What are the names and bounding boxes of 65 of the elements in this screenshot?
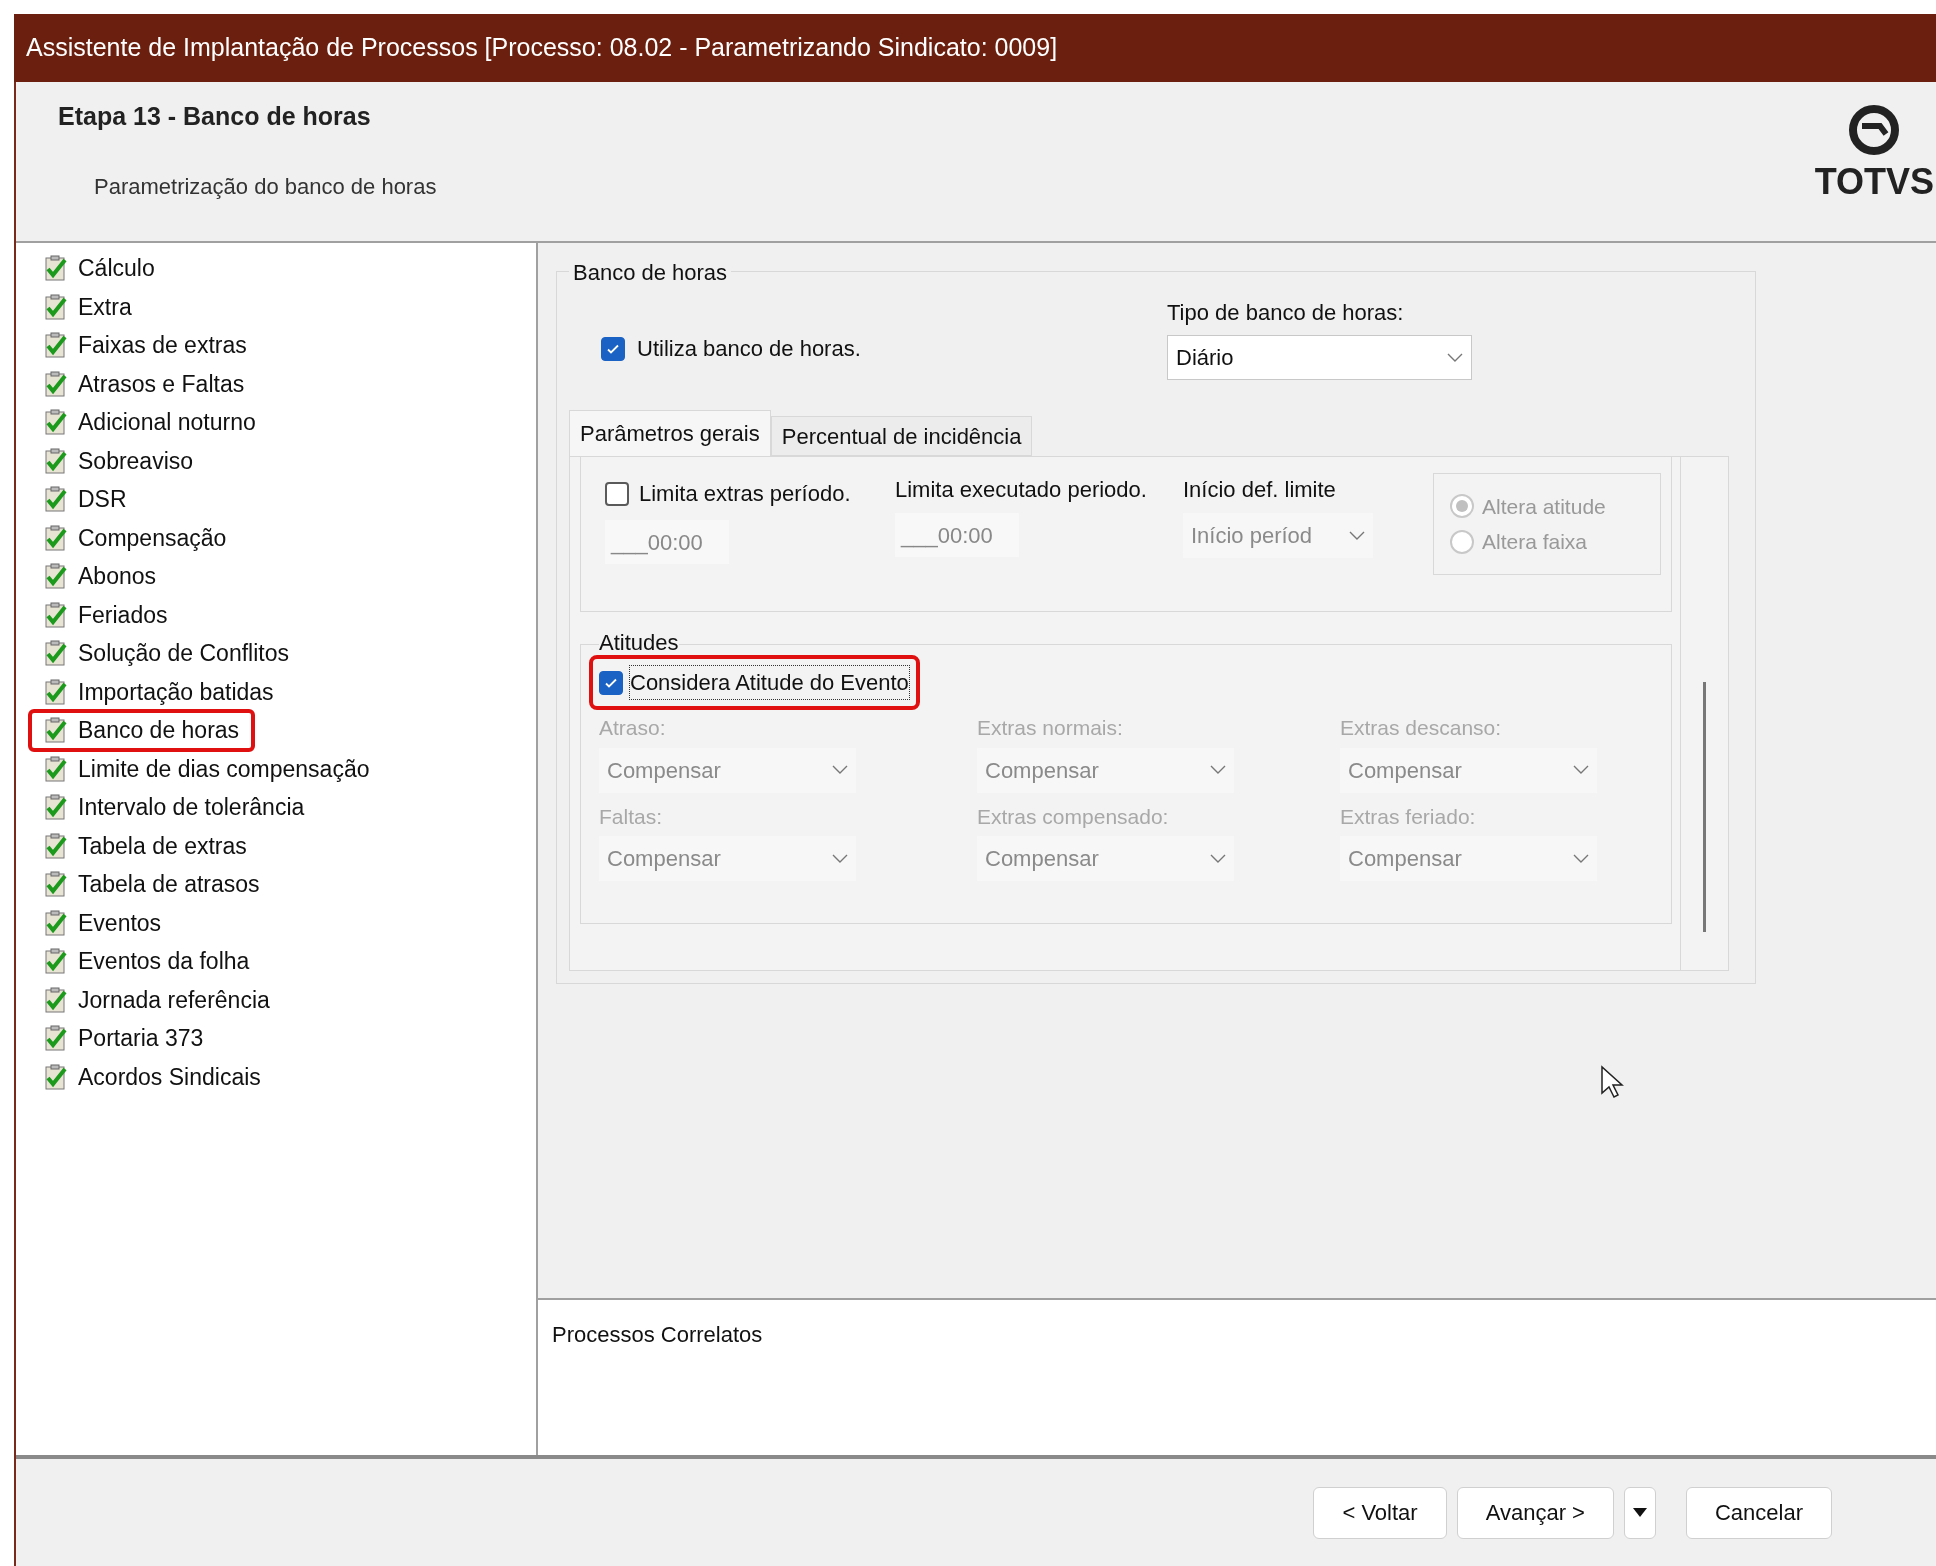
step-item[interactable]: Atrasos e Faltas: [30, 364, 259, 403]
step-item[interactable]: Extra: [30, 287, 146, 326]
dropdown-button[interactable]: [1623, 1486, 1656, 1539]
step-item[interactable]: Cálculo: [30, 249, 169, 288]
step-item[interactable]: Feriados: [30, 595, 182, 634]
step-item[interactable]: Faixas de extras: [30, 326, 261, 365]
checkbox[interactable]: [599, 670, 623, 695]
mouse-cursor-icon: [1600, 1065, 1624, 1099]
chevron-down-icon: [1210, 853, 1226, 864]
step-item[interactable]: Abonos: [30, 557, 170, 596]
step-item[interactable]: DSR: [30, 480, 141, 519]
step-item[interactable]: Eventos da folha: [30, 942, 264, 981]
dialog-button[interactable]: Avançar >: [1456, 1486, 1614, 1539]
field-label: Extras descanso:: [1340, 715, 1503, 741]
step-item[interactable]: Banco de horas: [30, 711, 254, 750]
radio-label: Altera faixa: [1482, 529, 1588, 555]
panel-title: Processos Correlatos: [552, 1322, 763, 1347]
checkbox-label: Utiliza banco de horas.: [637, 335, 861, 363]
step-item[interactable]: Solução de Conflitos: [30, 634, 303, 673]
step-item[interactable]: Tabela de atrasos: [30, 865, 274, 904]
radio-label: Altera atitude: [1482, 493, 1606, 520]
field-label: Início def. limite: [1183, 477, 1337, 503]
checkbox[interactable]: [605, 481, 629, 506]
logo-icon: [1848, 104, 1901, 156]
step-item[interactable]: Intervalo de tolerância: [30, 788, 319, 827]
dialog-button[interactable]: < Voltar: [1313, 1486, 1447, 1539]
field-label: Atraso:: [599, 715, 667, 741]
step-item[interactable]: Adicional noturno: [30, 403, 270, 442]
window-title: Assistente de Implantação de Processos [Processo: 08.02 - Parametrizando Sindicato: 0009]: [26, 32, 1058, 64]
checkbox-label: Limita extras período.: [639, 480, 851, 508]
tab[interactable]: Parâmetros gerais: [569, 410, 771, 456]
step-item[interactable]: Acordos Sindicais: [30, 1057, 275, 1096]
step-item[interactable]: Importação batidas: [30, 672, 288, 711]
checkbox-label: Considera Atitude do Evento: [629, 665, 910, 700]
radio-button[interactable]: [1450, 494, 1474, 519]
field-label: Tipo de banco de horas:: [1167, 299, 1405, 327]
radio-button[interactable]: [1450, 529, 1474, 554]
field-label: Limita executado periodo.: [895, 477, 1148, 503]
chevron-down-icon: [1349, 530, 1365, 541]
step-item[interactable]: Sobreaviso: [30, 441, 208, 480]
step-item[interactable]: Portaria 373: [30, 1019, 218, 1058]
chevron-down-icon: [1573, 765, 1589, 775]
chevron-down-icon: [1573, 853, 1589, 864]
step-item[interactable]: Tabela de extras: [30, 826, 261, 865]
checkbox[interactable]: [601, 336, 625, 361]
dialog-button[interactable]: Cancelar: [1685, 1486, 1832, 1539]
chevron-down-icon: [832, 853, 848, 864]
chevron-down-icon: [1210, 765, 1226, 775]
field-label: Extras compensado:: [977, 803, 1170, 830]
step-item[interactable]: Limite de dias compensação: [30, 749, 384, 788]
field-label: Faltas:: [599, 803, 664, 830]
chevron-down-icon: [832, 765, 848, 775]
step-title: Etapa 13 - Banco de horas: [58, 101, 372, 132]
caret-down-icon: [1632, 1508, 1647, 1517]
field-label: Extras feriado:: [1340, 803, 1477, 830]
step-subtitle: Parametrização do banco de horas: [94, 172, 437, 201]
chevron-down-icon: [1447, 352, 1463, 363]
logo-text: TOTVS: [1814, 164, 1934, 200]
step-item[interactable]: Compensação: [30, 518, 241, 557]
step-item[interactable]: Eventos: [30, 903, 176, 942]
dropdown[interactable]: Diário: [1167, 335, 1472, 380]
step-item[interactable]: Jornada referência: [30, 980, 284, 1019]
tab[interactable]: Percentual de incidência: [770, 416, 1033, 456]
field-label: Extras normais:: [977, 715, 1124, 741]
scrollbar-thumb[interactable]: [1703, 682, 1706, 932]
